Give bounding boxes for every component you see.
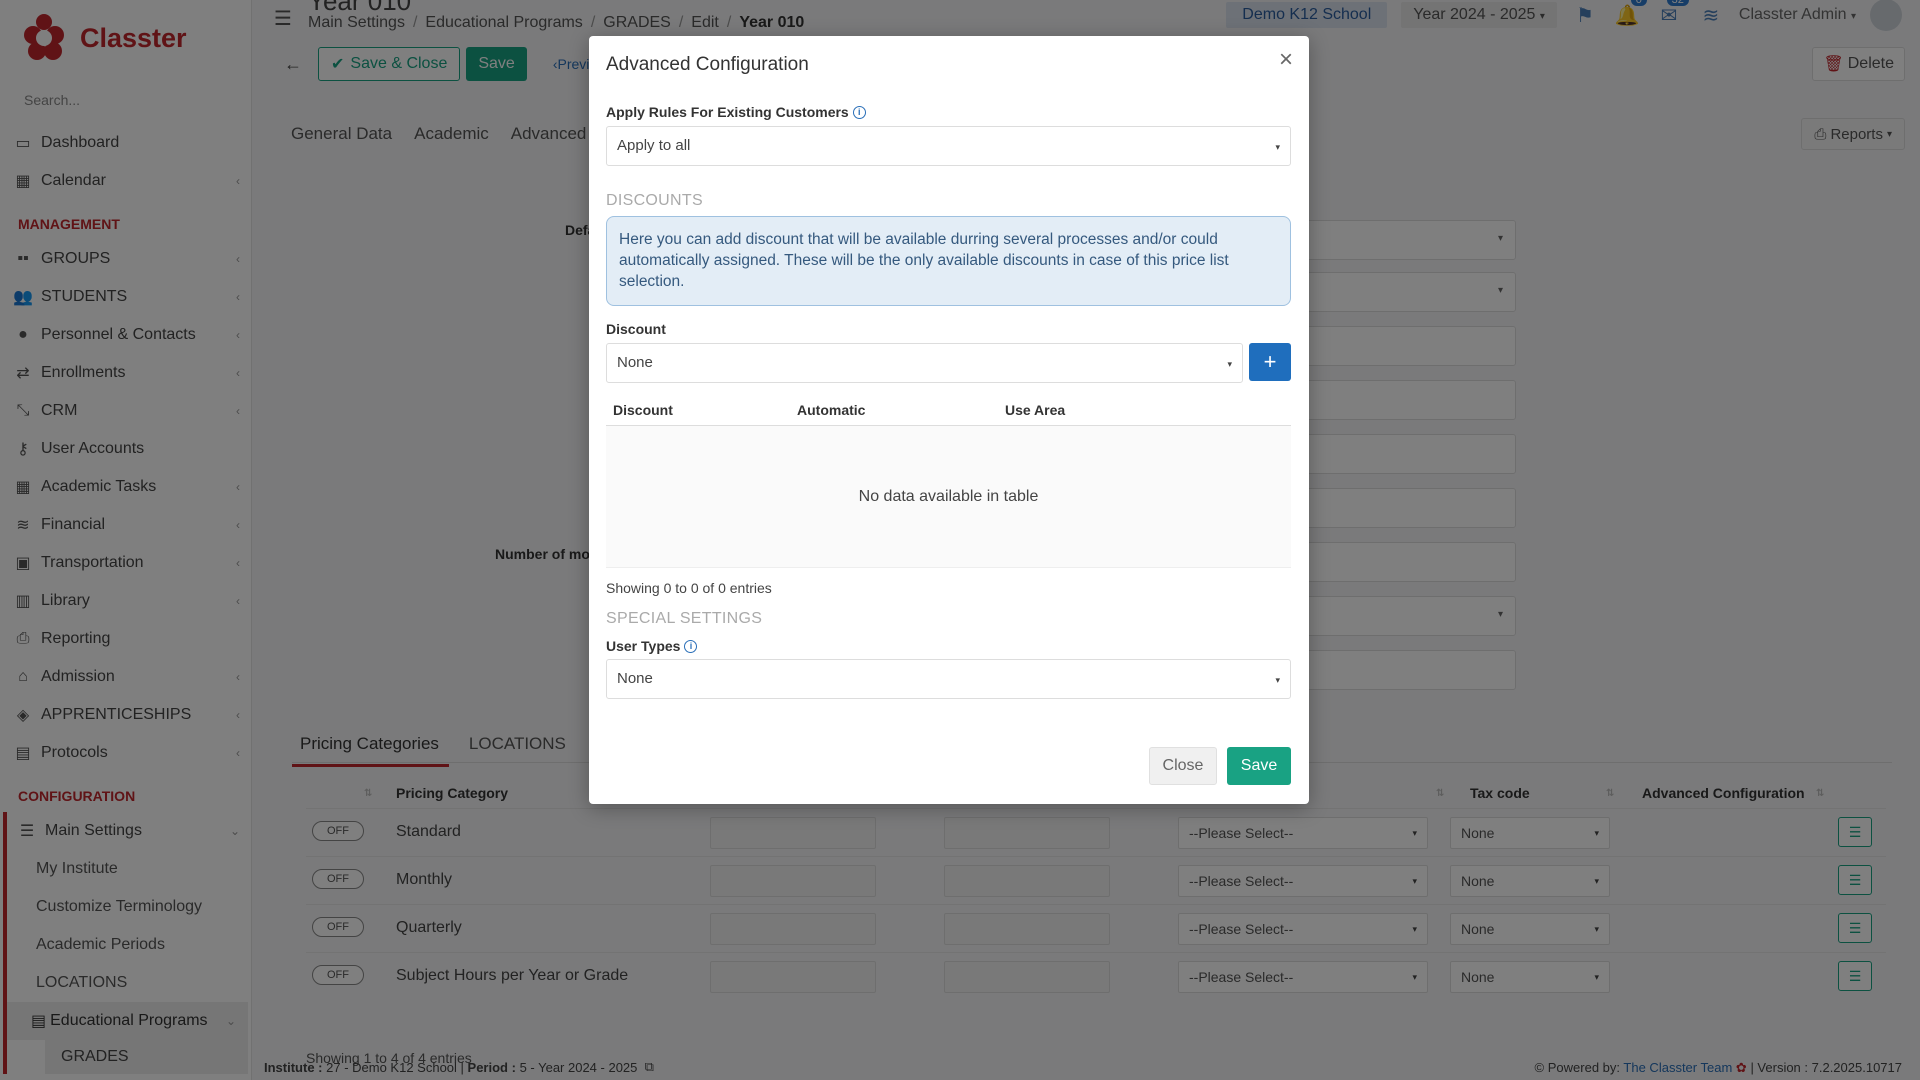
modal-save-button[interactable]: Save (1227, 747, 1291, 785)
modal-title: Advanced Configuration (606, 54, 809, 75)
column-header-automatic[interactable]: Automatic (797, 402, 865, 418)
discount-select[interactable]: None ▾ (606, 343, 1243, 383)
special-settings-section-title: SPECIAL SETTINGS (606, 610, 763, 627)
column-header-use-area[interactable]: Use Area (1005, 402, 1065, 418)
modal-close-button[interactable]: Close (1149, 747, 1217, 785)
select-value: None (617, 354, 653, 371)
column-header-discount[interactable]: Discount (613, 402, 673, 418)
discount-label: Discount (606, 321, 666, 337)
discounts-table-header: Discount Automatic Use Area (606, 392, 1291, 426)
discounts-section-title: DISCOUNTS (606, 192, 703, 209)
caret-down-icon: ▾ (1227, 359, 1232, 369)
caret-down-icon: ▾ (1275, 675, 1280, 685)
user-types-select[interactable]: None ▾ (606, 659, 1291, 699)
advanced-configuration-modal: Advanced Configuration × Apply Rules For… (589, 36, 1309, 804)
discounts-showing-entries: Showing 0 to 0 of 0 entries (606, 580, 772, 596)
apply-rules-label: Apply Rules For Existing Customers i (606, 104, 866, 120)
select-value: Apply to all (617, 137, 691, 154)
select-value: None (617, 670, 653, 687)
apply-rules-label-text: Apply Rules For Existing Customers (606, 104, 849, 120)
user-types-label-text: User Types (606, 638, 681, 654)
discounts-table-empty: No data available in table (606, 426, 1291, 568)
close-icon[interactable]: × (1279, 48, 1293, 72)
discounts-info-box: Here you can add discount that will be a… (606, 216, 1291, 306)
apply-rules-select[interactable]: Apply to all ▾ (606, 126, 1291, 166)
info-icon[interactable]: i (684, 639, 698, 653)
user-types-label: User Types i (606, 638, 698, 654)
add-discount-button[interactable]: + (1249, 343, 1291, 381)
info-icon[interactable]: i (852, 105, 866, 119)
plus-icon: + (1263, 349, 1277, 374)
caret-down-icon: ▾ (1275, 142, 1280, 152)
